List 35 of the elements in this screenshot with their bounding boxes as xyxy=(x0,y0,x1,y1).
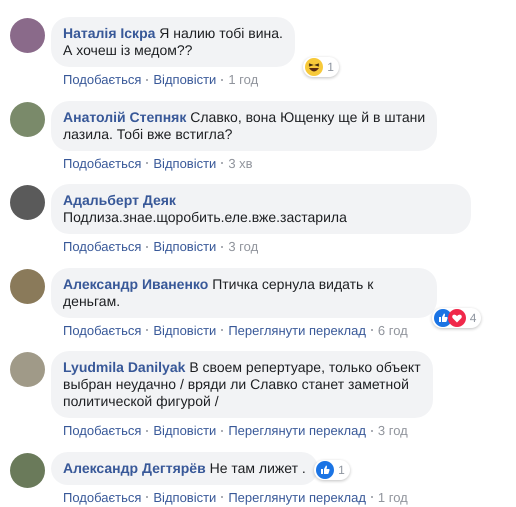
avatar-placeholder[interactable] xyxy=(10,452,45,488)
comment-text: Александр Дегтярёв Не там лижет . xyxy=(63,460,306,476)
like-link[interactable]: Подобається xyxy=(63,421,142,440)
author-link[interactable]: Александр Дегтярёв xyxy=(63,460,206,476)
translate-link[interactable]: Переглянути переклад xyxy=(228,488,366,507)
comment-text: Lyudmila Danilyak В своем репертуаре, только объект выбран неудачно / вряди ли Славко станет заметной политической фигурой / xyxy=(63,359,421,410)
like-link[interactable]: Подобається xyxy=(63,320,142,340)
like-link[interactable]: Подобається xyxy=(63,70,142,90)
like-link[interactable]: Подобається xyxy=(63,488,142,507)
comment-text: Анатолій Степняк Славко, вона Ющенку ще й в штани лазила. Тобі вже встигла? xyxy=(63,108,426,142)
reaction-count: 1 xyxy=(327,59,334,76)
reply-link[interactable]: Відповісти xyxy=(153,154,216,173)
comment-text: Наталія Іскра Я налию тобі вина. А хочеш із медом?? xyxy=(63,25,283,59)
reply-link[interactable]: Відповісти xyxy=(153,421,216,440)
avatar-placeholder[interactable] xyxy=(10,18,45,53)
comment-text: Александр Иваненко Птичка сернула видать к деньгам. xyxy=(63,276,374,310)
reply-link[interactable]: Відповісти xyxy=(153,488,216,507)
avatar-placeholder[interactable] xyxy=(10,185,45,220)
avatar-placeholder[interactable] xyxy=(10,102,45,136)
like-link[interactable]: Подобається xyxy=(63,237,142,256)
author-link[interactable]: Адальберт Деяк xyxy=(63,192,176,208)
translate-link[interactable]: Переглянути переклад xyxy=(228,320,366,340)
reply-link[interactable]: Відповісти xyxy=(153,70,216,90)
reaction-count: 1 xyxy=(338,462,345,478)
reply-link[interactable]: Відповісти xyxy=(153,320,216,340)
comment-text: Адальберт Деяк Подлиза.знае.щоробить.еле.вже.застарила xyxy=(63,192,348,226)
reaction-count: 4 xyxy=(470,310,476,326)
reply-link[interactable]: Відповісти xyxy=(153,237,216,256)
translate-link[interactable]: Переглянути переклад xyxy=(228,421,366,440)
author-link[interactable]: Анатолій Степняк xyxy=(63,108,186,124)
author-link[interactable]: Lyudmila Danilyak xyxy=(63,359,186,375)
author-link[interactable]: Александр Иваненко xyxy=(63,276,208,292)
avatar-placeholder[interactable] xyxy=(10,268,45,304)
like-link[interactable]: Подобається xyxy=(63,154,142,173)
author-link[interactable]: Наталія Іскра xyxy=(63,25,156,41)
